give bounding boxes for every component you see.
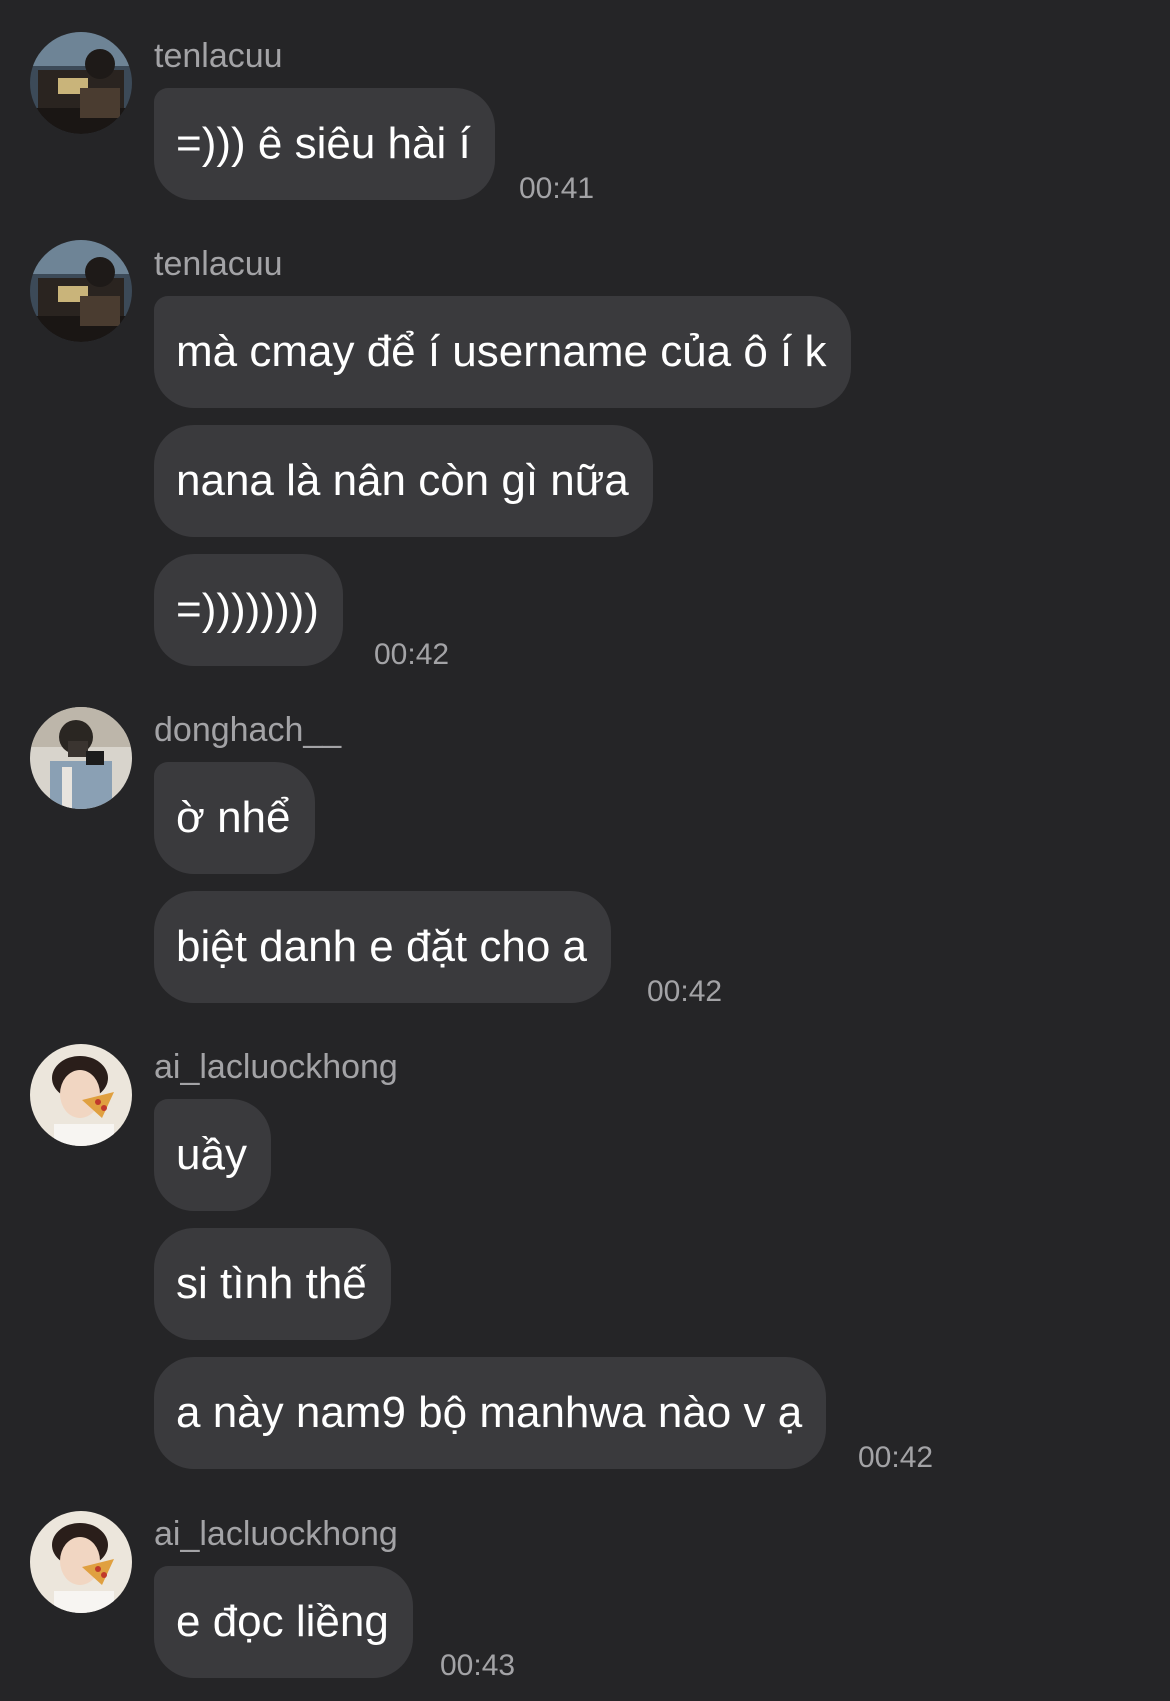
timestamp: 00:42 xyxy=(374,638,450,671)
avatar-tenlacuu-icon xyxy=(30,32,132,134)
username[interactable]: ai_lacluockhong xyxy=(154,1514,398,1554)
avatar[interactable] xyxy=(30,1044,132,1146)
message-bubble[interactable]: a này nam9 bộ manhwa nào v ạ xyxy=(154,1357,827,1469)
message-bubble[interactable]: si tình thế xyxy=(154,1228,391,1340)
username[interactable]: ai_lacluockhong xyxy=(154,1047,398,1087)
avatar-tenlacuu-icon xyxy=(30,240,132,342)
avatar[interactable] xyxy=(30,240,132,342)
message-bubble[interactable]: mà cmay để í username của ô í k xyxy=(154,296,851,408)
avatar[interactable] xyxy=(30,1511,132,1613)
message-bubble[interactable]: e đọc liềng xyxy=(154,1566,413,1678)
avatar-ai-lacluockhong-icon xyxy=(30,1511,132,1613)
timestamp: 00:43 xyxy=(440,1649,516,1682)
timestamp: 00:41 xyxy=(519,172,595,205)
timestamp: 00:42 xyxy=(647,975,723,1008)
chat-thread: tenlacuu =))) ê siêu hài í 00:41 tenlacu… xyxy=(0,0,1170,1701)
username[interactable]: tenlacuu xyxy=(154,244,283,284)
message-bubble[interactable]: =))) ê siêu hài í xyxy=(154,88,495,200)
avatar[interactable] xyxy=(30,32,132,134)
message-bubble[interactable]: biệt danh e đặt cho a xyxy=(154,891,611,1003)
timestamp: 00:42 xyxy=(858,1441,934,1474)
message-bubble[interactable]: uầy xyxy=(154,1099,271,1211)
message-bubble[interactable]: ờ nhể xyxy=(154,762,315,874)
avatar-donghach-icon xyxy=(30,707,132,809)
avatar[interactable] xyxy=(30,707,132,809)
avatar-ai-lacluockhong-icon xyxy=(30,1044,132,1146)
message-bubble[interactable]: nana là nân còn gì nữa xyxy=(154,425,653,537)
username[interactable]: tenlacuu xyxy=(154,36,283,76)
message-bubble[interactable]: =)))))))) xyxy=(154,554,343,666)
username[interactable]: donghach__ xyxy=(154,710,341,750)
